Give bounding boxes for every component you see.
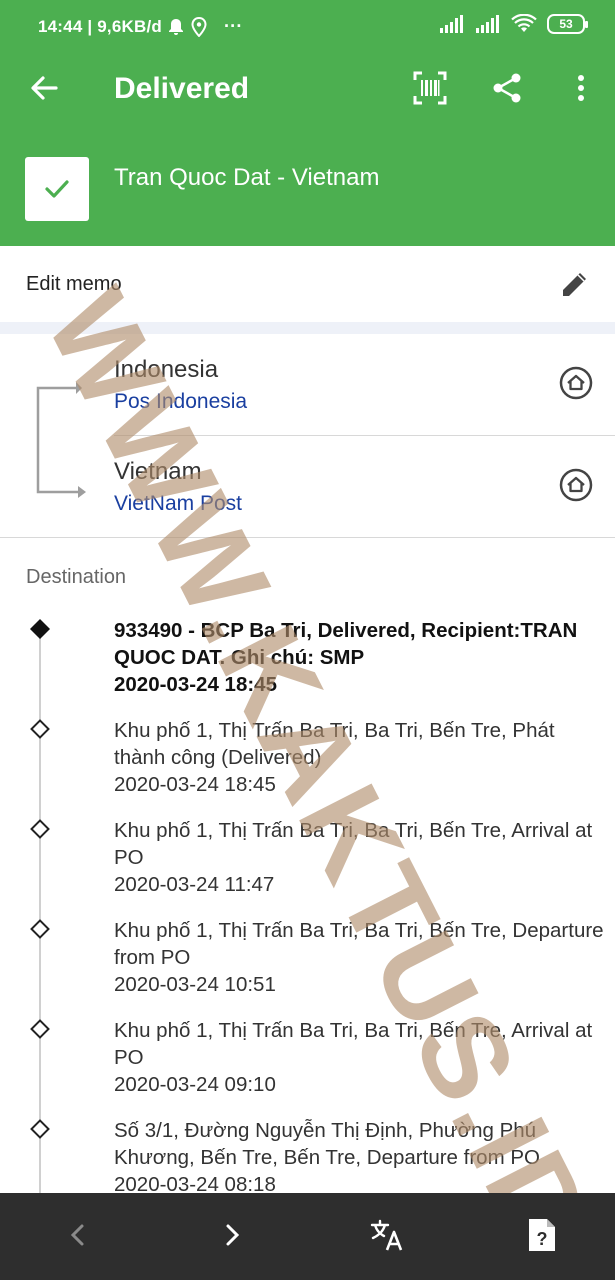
- tracking-event: Số 3/1, Đường Nguyễn Thị Định, Phường Ph…: [114, 1117, 604, 1198]
- event-description: 933490 - BCP Ba Tri, Delivered, Recipien…: [114, 619, 578, 669]
- route-bottom-divider: [0, 537, 615, 538]
- chevron-right-icon: [226, 1224, 240, 1246]
- share-button[interactable]: [489, 70, 525, 106]
- status-bar: 14:44 | 9,6KB/d ··· 53: [0, 0, 615, 56]
- home-circle-icon: [559, 366, 593, 400]
- edit-memo-row[interactable]: Edit memo: [0, 246, 615, 322]
- section-separator: [0, 322, 615, 334]
- arrow-back-icon: [31, 76, 58, 100]
- destination-country: Vietnam: [114, 458, 202, 485]
- event-description: Khu phố 1, Thị Trấn Ba Tri, Ba Tri, Bến …: [114, 819, 593, 869]
- help-button[interactable]: ?: [520, 1213, 564, 1257]
- svg-text:?: ?: [537, 1229, 548, 1249]
- event-description: Khu phố 1, Thị Trấn Ba Tri, Ba Tri, Bến …: [114, 719, 555, 769]
- shipment-header: Tran Quoc Dat - Vietnam: [0, 148, 615, 226]
- pencil-icon: [563, 273, 586, 296]
- edit-memo-button[interactable]: [557, 266, 593, 302]
- edit-memo-label: Edit memo: [26, 273, 122, 295]
- delivered-status-box: [25, 157, 89, 221]
- signal-icon: [440, 15, 463, 33]
- origin-country: Indonesia: [114, 356, 219, 383]
- event-description: Khu phố 1, Thị Trấn Ba Tri, Ba Tri, Bến …: [114, 1019, 593, 1069]
- event-time: 2020-03-24 11:47: [114, 873, 275, 896]
- tracking-event: Khu phố 1, Thị Trấn Ba Tri, Ba Tri, Bến …: [114, 817, 604, 898]
- translate-icon: [370, 1219, 403, 1251]
- tracking-event: Khu phố 1, Thị Trấn Ba Tri, Ba Tri, Bến …: [114, 917, 604, 998]
- status-more-indicator: ···: [223, 16, 243, 36]
- more-options-button[interactable]: [563, 70, 599, 106]
- wifi-icon: [511, 14, 537, 32]
- origin-home-button[interactable]: [559, 366, 593, 400]
- timeline-marker: [30, 1019, 50, 1039]
- destination-section-label: Destination: [26, 566, 127, 588]
- help-document-icon: ?: [529, 1219, 555, 1251]
- battery-indicator: 53: [547, 14, 588, 34]
- event-time: 2020-03-24 09:10: [114, 1073, 276, 1096]
- timeline-marker-current: [30, 619, 50, 639]
- event-time: 2020-03-24 18:45: [114, 773, 276, 796]
- location-icon: [191, 16, 207, 37]
- destination-carrier-name: VietNam Post: [114, 492, 242, 515]
- toolbar: Delivered: [0, 56, 615, 122]
- bottom-bar: ?: [0, 1193, 615, 1280]
- tracking-event: 933490 - BCP Ba Tri, Delivered, Recipien…: [114, 617, 604, 698]
- barcode-scan-icon: [413, 71, 447, 105]
- timeline-marker: [30, 919, 50, 939]
- event-description: Khu phố 1, Thị Trấn Ba Tri, Ba Tri, Bến …: [114, 919, 604, 969]
- event-description: Số 3/1, Đường Nguyễn Thị Định, Phường Ph…: [114, 1119, 540, 1169]
- chevron-left-icon: [70, 1224, 84, 1246]
- next-button[interactable]: [210, 1213, 254, 1257]
- event-time: 2020-03-24 18:45: [114, 673, 277, 696]
- home-circle-icon: [559, 468, 593, 502]
- signal-icon-2: [476, 15, 499, 33]
- translate-button[interactable]: [365, 1213, 409, 1257]
- more-vert-icon: [578, 75, 584, 101]
- destination-home-button[interactable]: [559, 468, 593, 502]
- origin-carrier[interactable]: Indonesia Pos Indonesia: [114, 334, 615, 436]
- barcode-button[interactable]: [412, 70, 448, 106]
- event-time: 2020-03-24 10:51: [114, 973, 276, 996]
- route-connector-icon: [36, 382, 86, 498]
- timeline-marker: [30, 719, 50, 739]
- tracking-event: Khu phố 1, Thị Trấn Ba Tri, Ba Tri, Bến …: [114, 1017, 604, 1098]
- back-button[interactable]: [26, 70, 62, 106]
- destination-carrier[interactable]: Vietnam VietNam Post: [114, 436, 615, 538]
- share-icon: [493, 73, 521, 103]
- page-title: Delivered: [114, 72, 250, 105]
- bell-icon: [168, 18, 183, 35]
- previous-button[interactable]: [56, 1213, 100, 1257]
- shipment-title: Tran Quoc Dat - Vietnam: [114, 164, 380, 191]
- origin-carrier-name: Pos Indonesia: [114, 390, 248, 413]
- status-time: 14:44 | 9,6KB/d: [38, 16, 162, 36]
- checkmark-icon: [45, 180, 69, 198]
- route-card: Indonesia Pos Indonesia Vietnam VietNam …: [0, 334, 615, 538]
- timeline-marker: [30, 1119, 50, 1139]
- timeline-marker: [30, 819, 50, 839]
- tracking-event: Khu phố 1, Thị Trấn Ba Tri, Ba Tri, Bến …: [114, 717, 604, 798]
